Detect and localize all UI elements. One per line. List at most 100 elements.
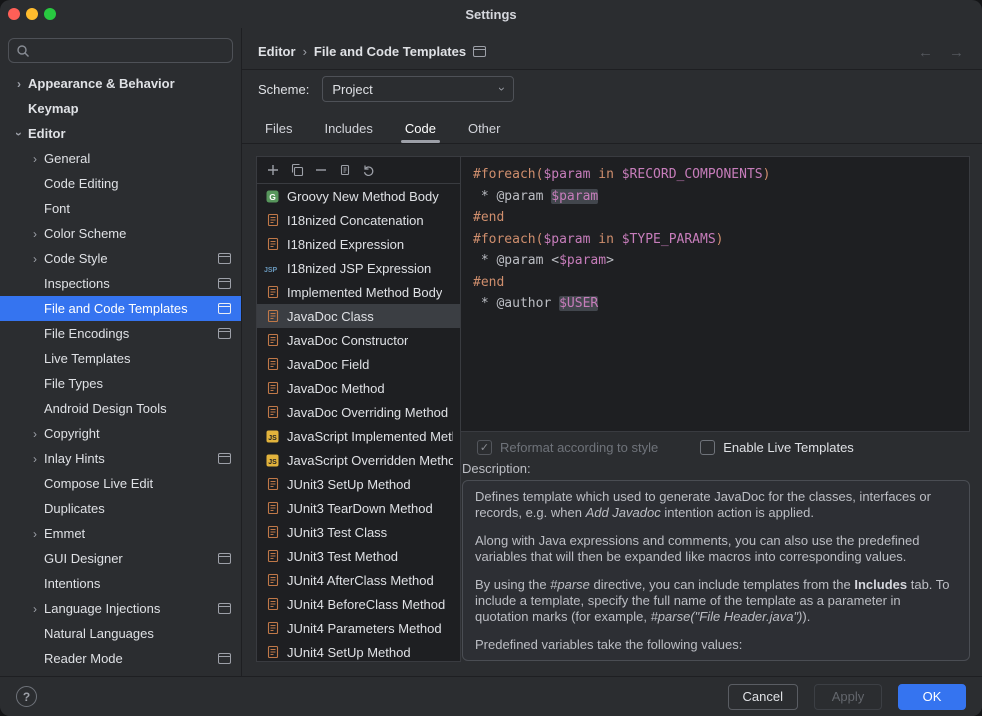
template-item-label: JavaDoc Field [287, 357, 369, 372]
titlebar: Settings [0, 0, 982, 28]
sidebar-item-code-style[interactable]: ›Code Style [0, 246, 241, 271]
chevron-spacer [26, 327, 44, 341]
forward-arrow-icon[interactable]: → [949, 44, 964, 61]
sidebar-item-emmet[interactable]: ›Emmet [0, 521, 241, 546]
svg-text:G: G [269, 191, 276, 201]
tab-code[interactable]: Code [396, 113, 445, 143]
description-paragraph: Defines template which used to generate … [475, 489, 957, 521]
template-item-javadoc-method[interactable]: JavaDoc Method [257, 376, 460, 400]
template-item-i18nized-concatenation[interactable]: I18nized Concatenation [257, 208, 460, 232]
sidebar-item-label: Natural Languages [44, 626, 154, 641]
sidebar-item-label: Reader Mode [44, 651, 123, 666]
sidebar-item-appearance-behavior[interactable]: ›Appearance & Behavior [0, 71, 241, 96]
sidebar-item-code-editing[interactable]: Code Editing [0, 171, 241, 196]
template-item-javadoc-overriding-method[interactable]: JavaDoc Overriding Method [257, 400, 460, 424]
sidebar-item-inlay-hints[interactable]: ›Inlay Hints [0, 446, 241, 471]
code-line: #end [473, 207, 957, 229]
sidebar-item-compose-live-edit[interactable]: Compose Live Edit [0, 471, 241, 496]
chevron-spacer [26, 177, 44, 191]
breadcrumb-editor[interactable]: Editor [258, 44, 296, 59]
search-box[interactable] [8, 38, 233, 63]
sidebar-item-font[interactable]: Font [0, 196, 241, 221]
window-title: Settings [0, 7, 982, 22]
template-icon [264, 645, 281, 659]
template-item-label: JUnit3 SetUp Method [287, 477, 411, 492]
sidebar-item-keymap[interactable]: Keymap [0, 96, 241, 121]
description-paragraph: Predefined variables take the following … [475, 637, 957, 653]
breadcrumb-current: File and Code Templates [314, 44, 466, 59]
chevron-right-icon: › [26, 527, 44, 541]
cancel-button[interactable]: Cancel [728, 684, 798, 710]
template-item-implemented-method-body[interactable]: Implemented Method Body [257, 280, 460, 304]
tab-includes[interactable]: Includes [315, 113, 381, 143]
apply-button[interactable]: Apply [814, 684, 882, 710]
template-item-groovy-new-method-body[interactable]: GGroovy New Method Body [257, 184, 460, 208]
template-editor[interactable]: #foreach($param in $RECORD_COMPONENTS) *… [461, 156, 970, 432]
template-item-junit4-setup-method[interactable]: JUnit4 SetUp Method [257, 640, 460, 660]
copy-button[interactable] [286, 160, 308, 180]
header-divider [242, 69, 982, 70]
per-project-settings-icon [212, 653, 231, 664]
code-line: #foreach($param in $TYPE_PARAMS) [473, 229, 957, 251]
sidebar-item-language-injections[interactable]: ›Language Injections [0, 596, 241, 621]
search-input[interactable] [35, 43, 225, 58]
template-item-junit3-teardown-method[interactable]: JUnit3 TearDown Method [257, 496, 460, 520]
template-item-i18nized-jsp-expression[interactable]: JSPI18nized JSP Expression [257, 256, 460, 280]
template-item-label: JavaDoc Class [287, 309, 374, 324]
sidebar-item-label: File Encodings [44, 326, 129, 341]
help-button[interactable]: ? [16, 686, 37, 707]
svg-text:JS: JS [268, 434, 277, 441]
template-item-javascript-overridden-metho[interactable]: JSJavaScript Overridden Metho [257, 448, 460, 472]
template-item-javadoc-field[interactable]: JavaDoc Field [257, 352, 460, 376]
sidebar-item-copyright[interactable]: ›Copyright [0, 421, 241, 446]
template-item-junit3-test-class[interactable]: JUnit3 Test Class [257, 520, 460, 544]
sidebar-item-live-templates[interactable]: Live Templates [0, 346, 241, 371]
sidebar-item-duplicates[interactable]: Duplicates [0, 496, 241, 521]
template-item-junit4-afterclass-method[interactable]: JUnit4 AfterClass Method [257, 568, 460, 592]
sidebar-item-file-and-code-templates[interactable]: File and Code Templates [0, 296, 241, 321]
back-arrow-icon[interactable]: ← [918, 44, 933, 61]
template-item-junit3-setup-method[interactable]: JUnit3 SetUp Method [257, 472, 460, 496]
sidebar-item-intentions[interactable]: Intentions [0, 571, 241, 596]
code-line: #end [473, 272, 957, 294]
scheme-select[interactable]: Project › [322, 76, 514, 102]
per-project-settings-icon [212, 303, 231, 314]
sidebar-item-natural-languages[interactable]: Natural Languages [0, 621, 241, 646]
ok-button[interactable]: OK [898, 684, 966, 710]
sidebar-item-color-scheme[interactable]: ›Color Scheme [0, 221, 241, 246]
template-item-javascript-implemented-meth[interactable]: JSJavaScript Implemented Meth [257, 424, 460, 448]
revert-button[interactable] [358, 160, 380, 180]
template-item-label: JUnit4 BeforeClass Method [287, 597, 445, 612]
template-item-junit4-parameters-method[interactable]: JUnit4 Parameters Method [257, 616, 460, 640]
chevron-spacer [26, 302, 44, 316]
js-icon: JS [264, 454, 281, 467]
tab-other[interactable]: Other [459, 113, 510, 143]
template-icon [264, 213, 281, 227]
sidebar-item-file-encodings[interactable]: File Encodings [0, 321, 241, 346]
remove-button[interactable] [310, 160, 332, 180]
jsp-icon: JSP [264, 262, 281, 275]
sidebar-item-gui-designer[interactable]: GUI Designer [0, 546, 241, 571]
add-button[interactable] [262, 160, 284, 180]
description-box[interactable]: Defines template which used to generate … [462, 480, 970, 661]
template-item-junit3-test-method[interactable]: JUnit3 Test Method [257, 544, 460, 568]
live-templates-option[interactable]: Enable Live Templates [700, 440, 854, 455]
template-code: #foreach($param in $RECORD_COMPONENTS) *… [461, 157, 969, 322]
svg-text:JSP: JSP [264, 267, 278, 274]
sidebar-item-reader-mode[interactable]: Reader Mode [0, 646, 241, 671]
template-item-javadoc-constructor[interactable]: JavaDoc Constructor [257, 328, 460, 352]
template-item-i18nized-expression[interactable]: I18nized Expression [257, 232, 460, 256]
template-item-javadoc-class[interactable]: JavaDoc Class [257, 304, 460, 328]
sidebar-item-inspections[interactable]: Inspections [0, 271, 241, 296]
chevron-right-icon: › [10, 77, 28, 91]
sidebar-item-editor[interactable]: ›Editor [0, 121, 241, 146]
duplicate-button[interactable] [334, 160, 356, 180]
template-item-label: JUnit3 Test Class [287, 525, 387, 540]
live-templates-checkbox[interactable] [700, 440, 715, 455]
sidebar-item-android-design-tools[interactable]: Android Design Tools [0, 396, 241, 421]
template-item-label: JavaDoc Method [287, 381, 385, 396]
sidebar-item-file-types[interactable]: File Types [0, 371, 241, 396]
sidebar-item-general[interactable]: ›General [0, 146, 241, 171]
template-item-junit4-beforeclass-method[interactable]: JUnit4 BeforeClass Method [257, 592, 460, 616]
tab-files[interactable]: Files [256, 113, 301, 143]
